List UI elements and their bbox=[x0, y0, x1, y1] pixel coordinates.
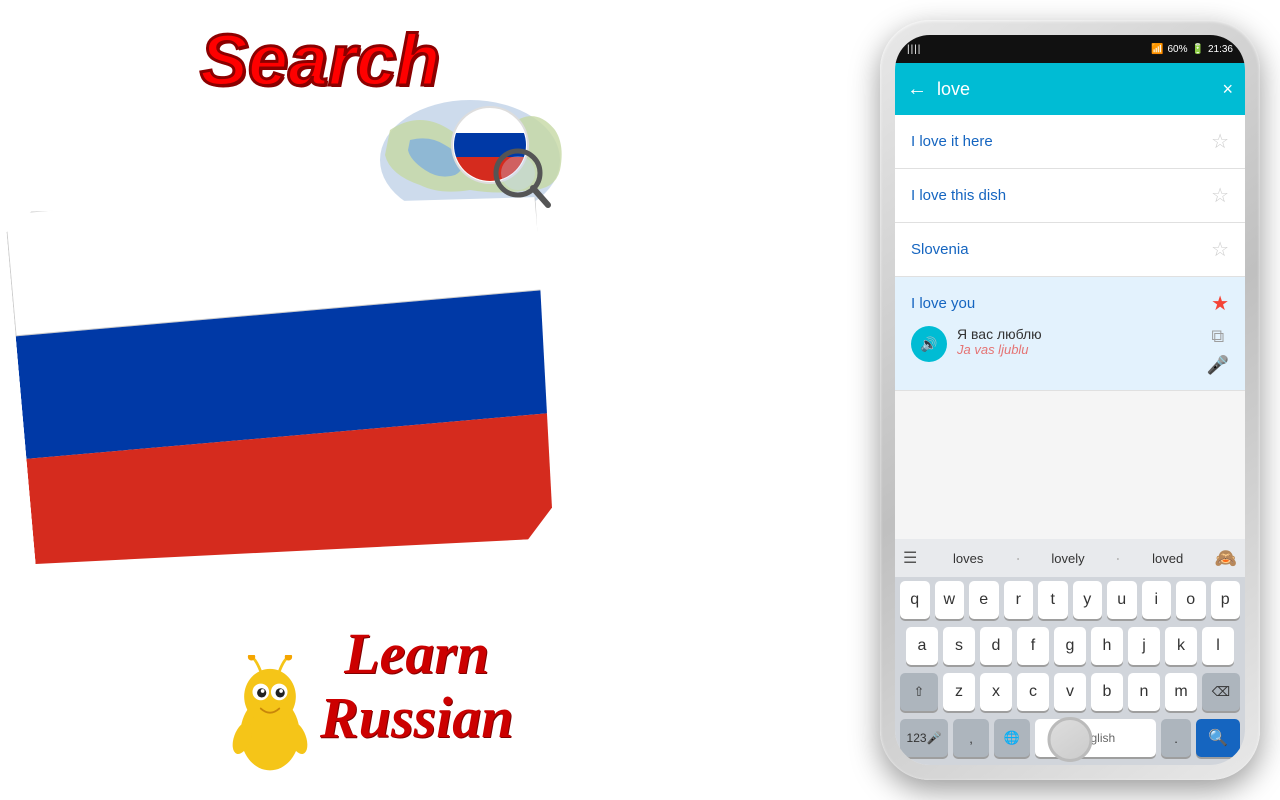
phone-screen: |||| 📶 60% 🔋 21:36 ← love × I love it he… bbox=[895, 35, 1245, 765]
key-g[interactable]: g bbox=[1054, 627, 1086, 665]
suggestion-loves[interactable]: loves bbox=[925, 551, 1011, 566]
expanded-content: 🔊 Я вас люблю Ja vas ljublu ⧉ 🎤 bbox=[911, 326, 1229, 376]
status-right: 📶 60% 🔋 21:36 bbox=[1151, 44, 1233, 55]
phone-outer: |||| 📶 60% 🔋 21:36 ← love × I love it he… bbox=[880, 20, 1260, 780]
key-r[interactable]: r bbox=[1004, 581, 1034, 619]
mic-icon[interactable]: 🎤 bbox=[1207, 355, 1229, 376]
clear-button[interactable]: × bbox=[1222, 79, 1233, 100]
translation-text: Я вас люблю bbox=[957, 326, 1042, 342]
learn-russian-text: Learn Russian bbox=[320, 622, 513, 750]
signal-icon: |||| bbox=[907, 44, 921, 55]
result-item-2[interactable]: I love this dish ☆ bbox=[895, 169, 1245, 223]
star-icon-2[interactable]: ☆ bbox=[1211, 183, 1229, 208]
expanded-title: I love you bbox=[911, 295, 1211, 312]
key-y[interactable]: y bbox=[1073, 581, 1103, 619]
learn-label: Learn bbox=[320, 622, 513, 686]
battery-icon: 🔋 bbox=[1192, 44, 1204, 55]
keyboard-row-2: a s d f g h j k l bbox=[895, 623, 1245, 669]
key-k[interactable]: k bbox=[1165, 627, 1197, 665]
key-b[interactable]: b bbox=[1091, 673, 1123, 711]
result-text-2: I love this dish bbox=[911, 187, 1211, 204]
key-w[interactable]: w bbox=[935, 581, 965, 619]
star-icon-1[interactable]: ☆ bbox=[1211, 129, 1229, 154]
expanded-actions: ⧉ 🎤 bbox=[1207, 326, 1229, 376]
sep1: · bbox=[1015, 548, 1021, 569]
emoji-button[interactable]: 🙈 bbox=[1215, 548, 1237, 569]
key-t[interactable]: t bbox=[1038, 581, 1068, 619]
search-query[interactable]: love bbox=[937, 79, 1212, 100]
key-m[interactable]: m bbox=[1165, 673, 1197, 711]
key-n[interactable]: n bbox=[1128, 673, 1160, 711]
copy-icon[interactable]: ⧉ bbox=[1211, 326, 1224, 347]
star-icon-3[interactable]: ☆ bbox=[1211, 237, 1229, 262]
key-i[interactable]: i bbox=[1142, 581, 1172, 619]
phone-wrapper: |||| 📶 60% 🔋 21:36 ← love × I love it he… bbox=[880, 20, 1260, 780]
sep2: · bbox=[1115, 548, 1121, 569]
key-f[interactable]: f bbox=[1017, 627, 1049, 665]
suggestion-lovely[interactable]: lovely bbox=[1025, 551, 1111, 566]
star-icon-expanded[interactable]: ★ bbox=[1211, 291, 1229, 316]
key-p[interactable]: p bbox=[1211, 581, 1241, 619]
result-item-1[interactable]: I love it here ☆ bbox=[895, 115, 1245, 169]
search-bar: ← love × bbox=[895, 63, 1245, 115]
key-z[interactable]: z bbox=[943, 673, 975, 711]
search-key[interactable]: 🔍 bbox=[1196, 719, 1240, 757]
delete-key[interactable]: ⌫ bbox=[1202, 673, 1240, 711]
key-x[interactable]: x bbox=[980, 673, 1012, 711]
time-display: 21:36 bbox=[1208, 44, 1233, 55]
key-a[interactable]: a bbox=[906, 627, 938, 665]
signal-bars: 📶 bbox=[1151, 44, 1163, 55]
translation-block: Я вас люблю Ja vas ljublu bbox=[957, 326, 1042, 357]
key-q[interactable]: q bbox=[900, 581, 930, 619]
result-text-3: Slovenia bbox=[911, 241, 1211, 258]
expanded-top: I love you ★ bbox=[911, 291, 1229, 316]
menu-icon[interactable]: ☰ bbox=[903, 548, 917, 568]
key-j[interactable]: j bbox=[1128, 627, 1160, 665]
results-list: I love it here ☆ I love this dish ☆ Slov… bbox=[895, 115, 1245, 391]
home-button[interactable] bbox=[1048, 717, 1093, 762]
globe-key[interactable]: 🌐 bbox=[994, 719, 1030, 757]
battery-pct: 60% bbox=[1168, 44, 1188, 55]
key-u[interactable]: u bbox=[1107, 581, 1137, 619]
shift-key[interactable]: ⇧ bbox=[900, 673, 938, 711]
key-v[interactable]: v bbox=[1054, 673, 1086, 711]
keyboard-row-3: ⇧ z x c v b n m ⌫ bbox=[895, 669, 1245, 715]
russian-flag bbox=[5, 168, 565, 583]
romanization-text: Ja vas ljublu bbox=[957, 342, 1042, 357]
result-text-1: I love it here bbox=[911, 133, 1211, 150]
result-item-3[interactable]: Slovenia ☆ bbox=[895, 223, 1245, 277]
key-l[interactable]: l bbox=[1202, 627, 1234, 665]
back-button[interactable]: ← bbox=[907, 78, 927, 101]
keyboard-row-1: q w e r t y u i o p bbox=[895, 577, 1245, 623]
suggestion-loved[interactable]: loved bbox=[1125, 551, 1211, 566]
left-section: Search bbox=[0, 0, 700, 800]
cartoon-character bbox=[225, 655, 315, 775]
num-key[interactable]: 123🎤 bbox=[900, 719, 948, 757]
key-o[interactable]: o bbox=[1176, 581, 1206, 619]
key-c[interactable]: c bbox=[1017, 673, 1049, 711]
key-s[interactable]: s bbox=[943, 627, 975, 665]
suggestions-row: ☰ loves · lovely · loved 🙈 bbox=[895, 539, 1245, 577]
result-expanded: I love you ★ 🔊 Я вас люблю Ja vas ljublu… bbox=[895, 277, 1245, 391]
speaker-button[interactable]: 🔊 bbox=[911, 326, 947, 362]
comma-key[interactable]: , bbox=[953, 719, 989, 757]
period-key[interactable]: . bbox=[1161, 719, 1191, 757]
key-d[interactable]: d bbox=[980, 627, 1012, 665]
key-h[interactable]: h bbox=[1091, 627, 1123, 665]
russian-label: Russian bbox=[320, 686, 513, 750]
key-e[interactable]: e bbox=[969, 581, 999, 619]
status-bar: |||| 📶 60% 🔋 21:36 bbox=[895, 35, 1245, 63]
